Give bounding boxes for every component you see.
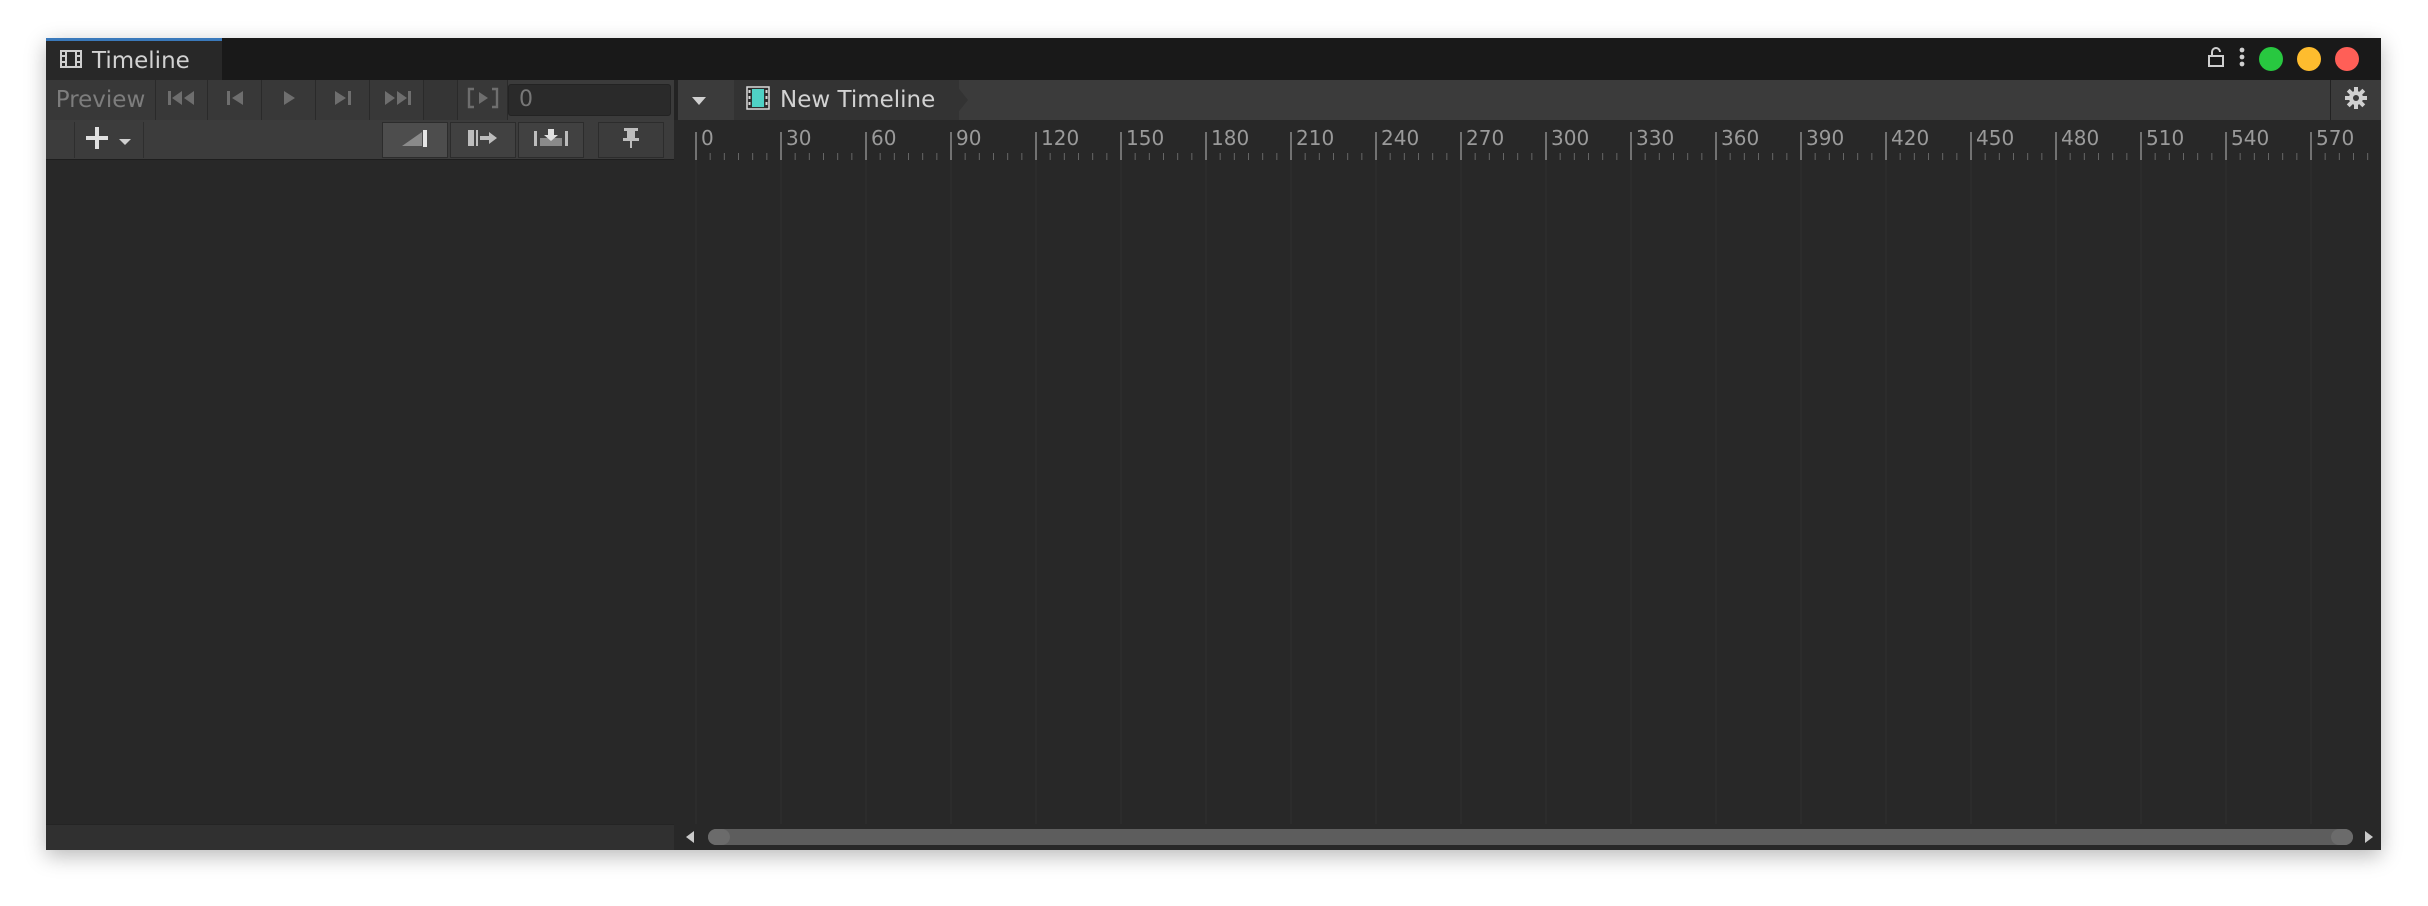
timeline-grid <box>695 160 2312 824</box>
chevron-down-icon <box>691 91 707 110</box>
play-range-button[interactable] <box>458 80 508 120</box>
playback-toolbar: Preview 0 New Timeline <box>46 80 2381 121</box>
horizontal-scrollbar[interactable] <box>678 824 2381 850</box>
minimize-button[interactable] <box>2297 47 2321 71</box>
ruler-tick-label: 180 <box>1211 126 1249 150</box>
previous-frame-icon <box>225 90 245 110</box>
ruler-tick-label: 270 <box>1466 126 1504 150</box>
ruler-tick-label: 360 <box>1721 126 1759 150</box>
more-options-icon[interactable] <box>2239 46 2245 72</box>
replace-mode-button[interactable] <box>518 122 584 158</box>
ruler-tick-label: 60 <box>871 126 896 150</box>
go-to-start-icon <box>167 90 197 110</box>
go-to-end-button[interactable] <box>370 80 424 120</box>
film-strip-icon <box>60 49 82 73</box>
timeline-window: Timeline Preview 0 New Timeline 0 30 60 … <box>46 38 2381 850</box>
ruler-tick-label: 390 <box>1806 126 1844 150</box>
timeline-asset-icon <box>746 86 770 114</box>
play-range-icon <box>467 87 499 113</box>
scrollbar-right-handle[interactable] <box>2331 829 2353 845</box>
ruler-tick-label: 450 <box>1976 126 2014 150</box>
add-track-button[interactable] <box>74 122 144 158</box>
tab-timeline[interactable]: Timeline <box>46 38 222 80</box>
next-frame-icon <box>333 90 353 110</box>
pin-button[interactable] <box>598 122 664 158</box>
pin-icon <box>622 127 640 153</box>
ruler-tick-label: 150 <box>1126 126 1164 150</box>
ruler-tick-label: 30 <box>786 126 811 150</box>
chevron-down-icon <box>118 131 132 150</box>
window-controls <box>2207 38 2359 80</box>
ripple-mode-icon <box>467 128 499 152</box>
replace-mode-icon <box>533 128 569 152</box>
mix-mode-button[interactable] <box>382 122 448 158</box>
ruler-tick-label: 330 <box>1636 126 1674 150</box>
settings-button[interactable] <box>2330 80 2381 120</box>
close-button[interactable] <box>2335 47 2359 71</box>
scroll-right-arrow-icon[interactable] <box>2365 831 2373 843</box>
breadcrumb[interactable]: New Timeline <box>734 80 960 120</box>
ruler-tick-label: 0 <box>701 126 714 150</box>
play-button[interactable] <box>262 80 316 120</box>
scrollbar-thumb[interactable] <box>708 829 2353 845</box>
scroll-left-arrow-icon[interactable] <box>686 831 694 843</box>
ruler-tick-label: 90 <box>956 126 981 150</box>
timeline-selector-dropdown[interactable] <box>678 80 720 120</box>
timeline-clip-area[interactable] <box>678 160 2381 824</box>
toolbar-spacer <box>424 80 458 120</box>
ruler-tick-label: 570 <box>2316 126 2354 150</box>
tab-title: Timeline <box>92 47 190 74</box>
scrollbar-left-handle[interactable] <box>708 829 730 845</box>
gear-icon <box>2344 86 2368 114</box>
ruler-ticks: 0 30 60 90 120 150 180 210 240 270 300 330 360 390 420… <box>695 126 2369 160</box>
track-toolbar-left <box>46 120 674 160</box>
go-to-start-button[interactable] <box>156 80 208 120</box>
track-list-pane[interactable] <box>46 160 674 824</box>
ruler-tick-label: 420 <box>1891 126 1929 150</box>
current-frame-field[interactable]: 0 <box>508 84 671 116</box>
play-icon <box>281 90 297 110</box>
ripple-mode-button[interactable] <box>450 122 516 158</box>
title-bar: Timeline <box>46 38 2381 80</box>
mix-mode-icon <box>400 128 430 152</box>
ruler-tick-label: 300 <box>1551 126 1589 150</box>
time-ruler[interactable]: 0 30 60 90 120 150 180 210 240 270 300 330 360 390 420… <box>678 120 2381 161</box>
ruler-tick-label: 120 <box>1041 126 1079 150</box>
previous-frame-button[interactable] <box>208 80 262 120</box>
go-to-end-icon <box>382 90 412 110</box>
preview-button[interactable]: Preview <box>46 80 156 120</box>
plus-icon <box>86 127 108 153</box>
ruler-tick-label: 240 <box>1381 126 1419 150</box>
timeline-name: New Timeline <box>780 87 936 113</box>
ruler-tick-label: 540 <box>2231 126 2269 150</box>
ruler-tick-label: 210 <box>1296 126 1334 150</box>
ruler-tick-label: 480 <box>2061 126 2099 150</box>
maximize-button[interactable] <box>2259 47 2283 71</box>
next-frame-button[interactable] <box>316 80 370 120</box>
track-list-footer <box>46 824 674 850</box>
breadcrumb-arrow <box>952 80 968 120</box>
lock-icon[interactable] <box>2207 46 2225 72</box>
ruler-tick-label: 510 <box>2146 126 2184 150</box>
